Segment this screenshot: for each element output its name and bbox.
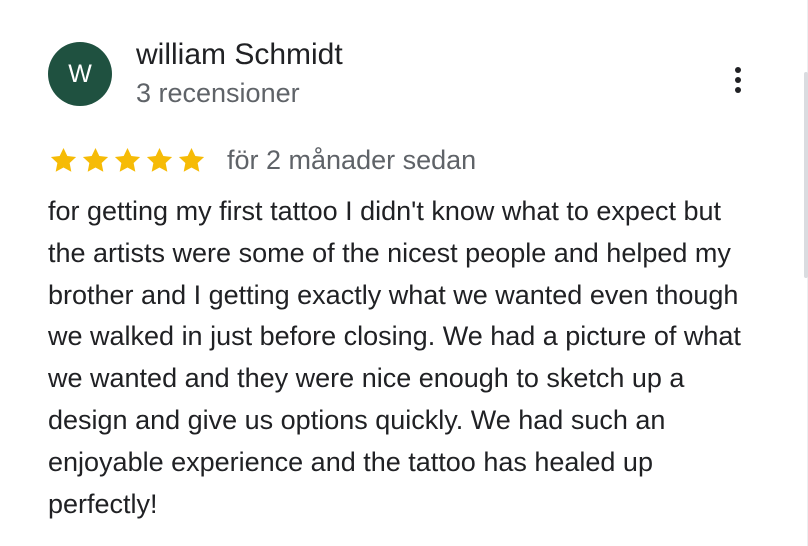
star-icon: [178, 147, 205, 172]
review-count[interactable]: 3 recensioner: [136, 78, 300, 109]
avatar[interactable]: W: [48, 42, 112, 106]
review-card: W william Schmidt 3 recensioner för 2 må…: [0, 0, 808, 546]
avatar-letter: W: [68, 59, 92, 88]
scrollbar[interactable]: [804, 72, 808, 278]
review-time: för 2 månader sedan: [227, 144, 477, 175]
review-text: for getting my first tattoo I didn't kno…: [48, 196, 741, 519]
more-vertical-icon: [735, 67, 741, 93]
rating-row: för 2 månader sedan: [48, 143, 476, 177]
star-icon: [114, 147, 141, 172]
star-icon: [50, 147, 77, 172]
star-rating: [48, 145, 207, 176]
author-name[interactable]: william Schmidt: [136, 38, 343, 72]
star-icon: [82, 147, 109, 172]
more-options-button[interactable]: [722, 60, 754, 100]
star-icon: [146, 147, 173, 172]
